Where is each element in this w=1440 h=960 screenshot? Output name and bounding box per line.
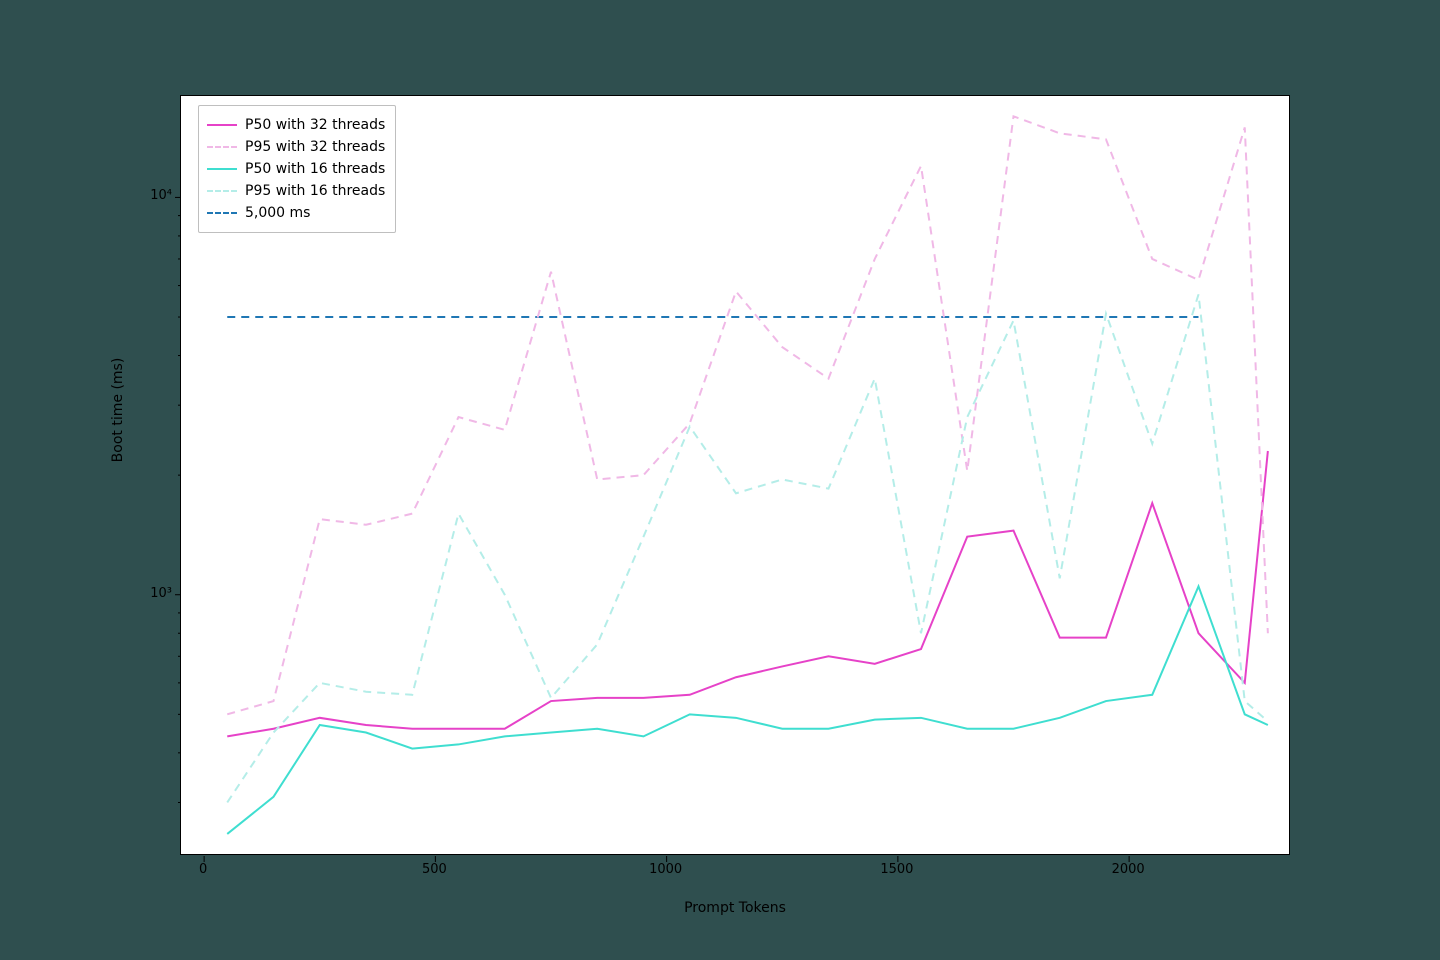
x-tick-label: 1000 (636, 862, 696, 877)
x-tick-label: 500 (404, 862, 464, 877)
legend-swatch (207, 190, 237, 192)
legend-swatch (207, 124, 237, 126)
legend-label: P95 with 32 threads (245, 139, 385, 155)
legend-item: P95 with 32 threads (207, 136, 385, 158)
x-tick-label: 2000 (1098, 862, 1158, 877)
legend-item: 5,000 ms (207, 202, 385, 224)
legend-swatch (207, 212, 237, 214)
x-tick-label: 0 (173, 862, 233, 877)
x-axis-label: Prompt Tokens (180, 900, 1290, 916)
legend-swatch (207, 146, 237, 148)
legend-label: 5,000 ms (245, 205, 310, 221)
legend-swatch (207, 168, 237, 170)
legend-item: P50 with 16 threads (207, 158, 385, 180)
legend-item: P50 with 32 threads (207, 114, 385, 136)
x-tick-label: 1500 (867, 862, 927, 877)
legend: P50 with 32 threads P95 with 32 threads … (198, 105, 396, 233)
legend-label: P95 with 16 threads (245, 183, 385, 199)
y-tick-label: 10⁴ (112, 188, 172, 203)
legend-label: P50 with 16 threads (245, 161, 385, 177)
y-axis-label: Boot time (ms) (110, 260, 126, 560)
legend-item: P95 with 16 threads (207, 180, 385, 202)
legend-label: P50 with 32 threads (245, 117, 385, 133)
y-tick-label: 10³ (112, 586, 172, 601)
